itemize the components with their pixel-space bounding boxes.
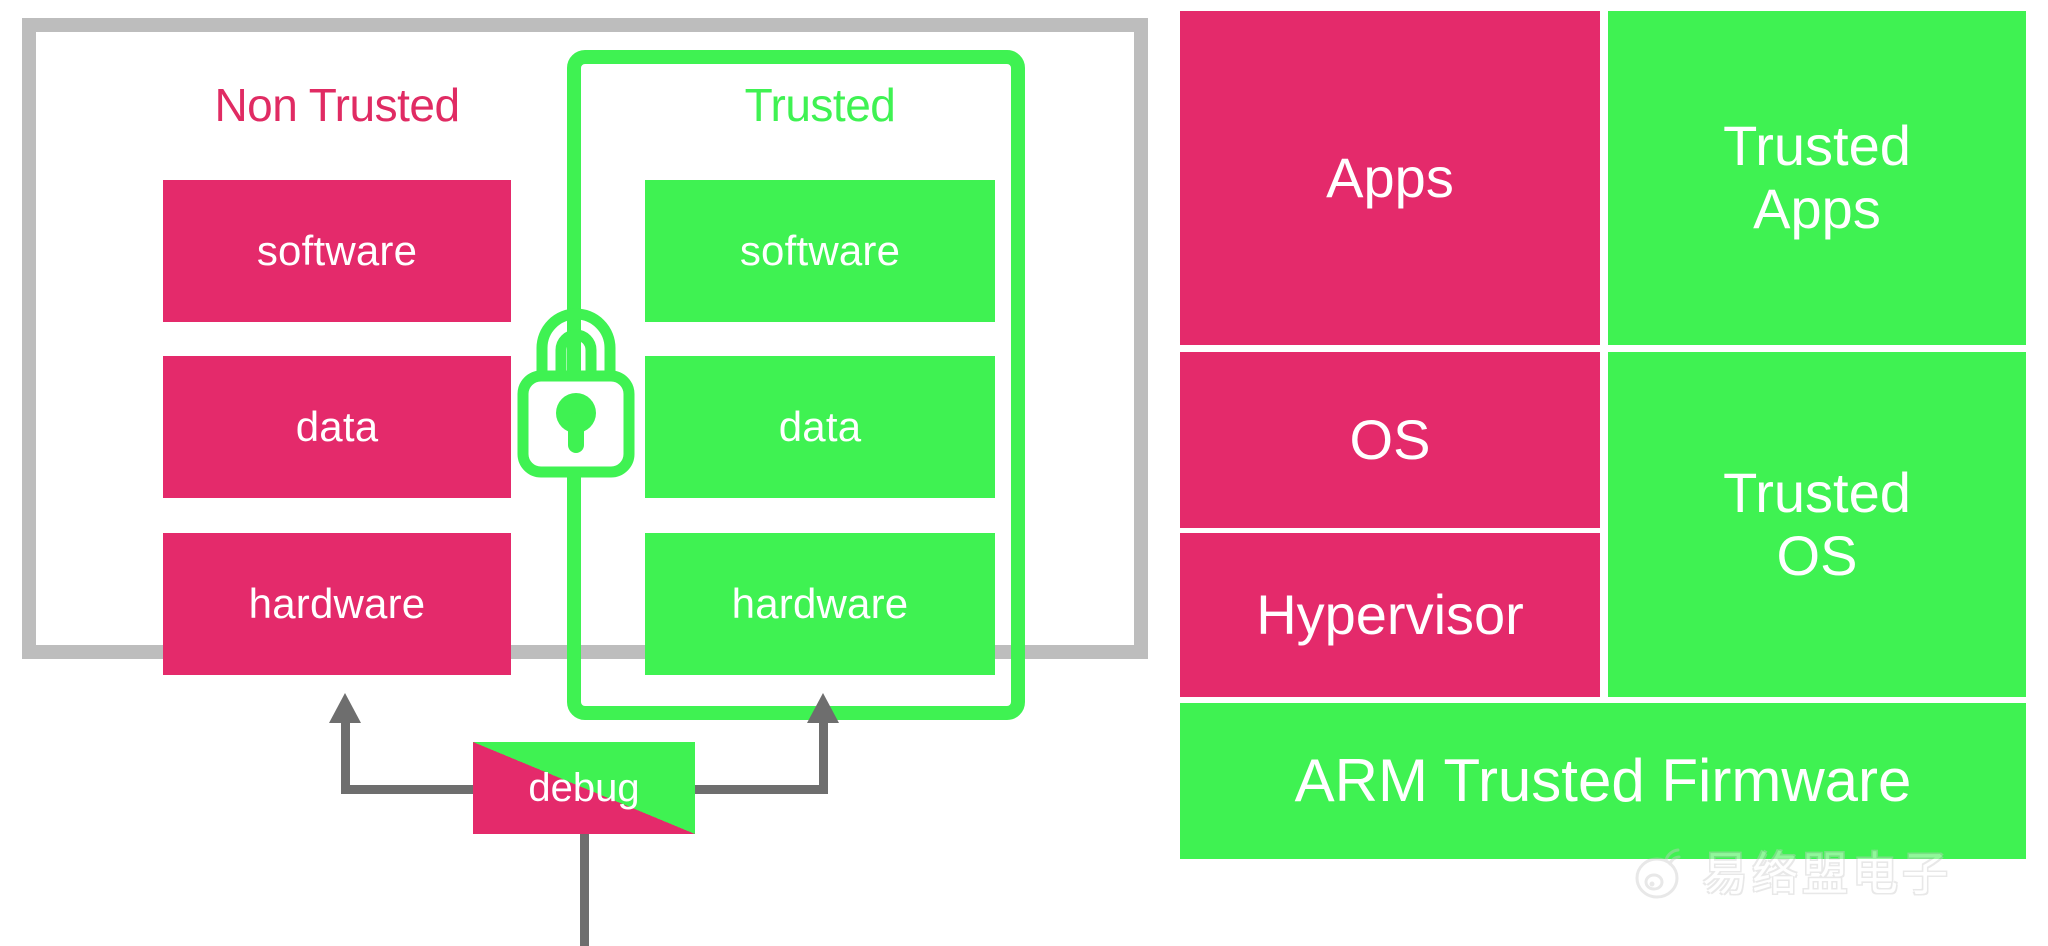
arrow-up-right-icon [807, 693, 839, 723]
arrow-up-left-icon [329, 693, 361, 723]
lock-icon [517, 308, 635, 478]
stack-cell-hypervisor: Hypervisor [1180, 533, 1600, 697]
trusted-hardware-box: hardware [645, 533, 995, 675]
debug-left-wire-horizontal [341, 785, 477, 794]
stack-cell-trusted-apps: Trusted Apps [1608, 11, 2026, 345]
stack-cell-trusted-os: Trusted OS [1608, 352, 2026, 697]
debug-downstream-wire [580, 828, 589, 946]
debug-box: debug [473, 742, 695, 834]
stack-cell-arm-trusted-firmware: ARM Trusted Firmware [1180, 703, 2026, 859]
trustzone-split-diagram: Non Trusted Trusted software data hardwa… [0, 0, 1160, 946]
debug-label: debug [528, 765, 640, 810]
debug-right-wire-horizontal [692, 785, 828, 794]
debug-right-wire-vertical [819, 712, 828, 790]
non-trusted-column-title: Non Trusted [214, 79, 460, 131]
debug-left-wire-vertical [341, 712, 350, 790]
arm-trustzone-software-stack: Apps Trusted Apps OS Hypervisor Trusted … [1180, 11, 2026, 859]
trusted-column-title: Trusted [744, 79, 896, 131]
trusted-software-box: software [645, 180, 995, 322]
non-trusted-data-box: data [163, 356, 511, 498]
trusted-data-box: data [645, 356, 995, 498]
stack-cell-os: OS [1180, 352, 1600, 528]
stack-cell-apps: Apps [1180, 11, 1600, 345]
diagram-canvas: Non Trusted Trusted software data hardwa… [0, 0, 2048, 946]
non-trusted-software-box: software [163, 180, 511, 322]
non-trusted-hardware-box: hardware [163, 533, 511, 675]
